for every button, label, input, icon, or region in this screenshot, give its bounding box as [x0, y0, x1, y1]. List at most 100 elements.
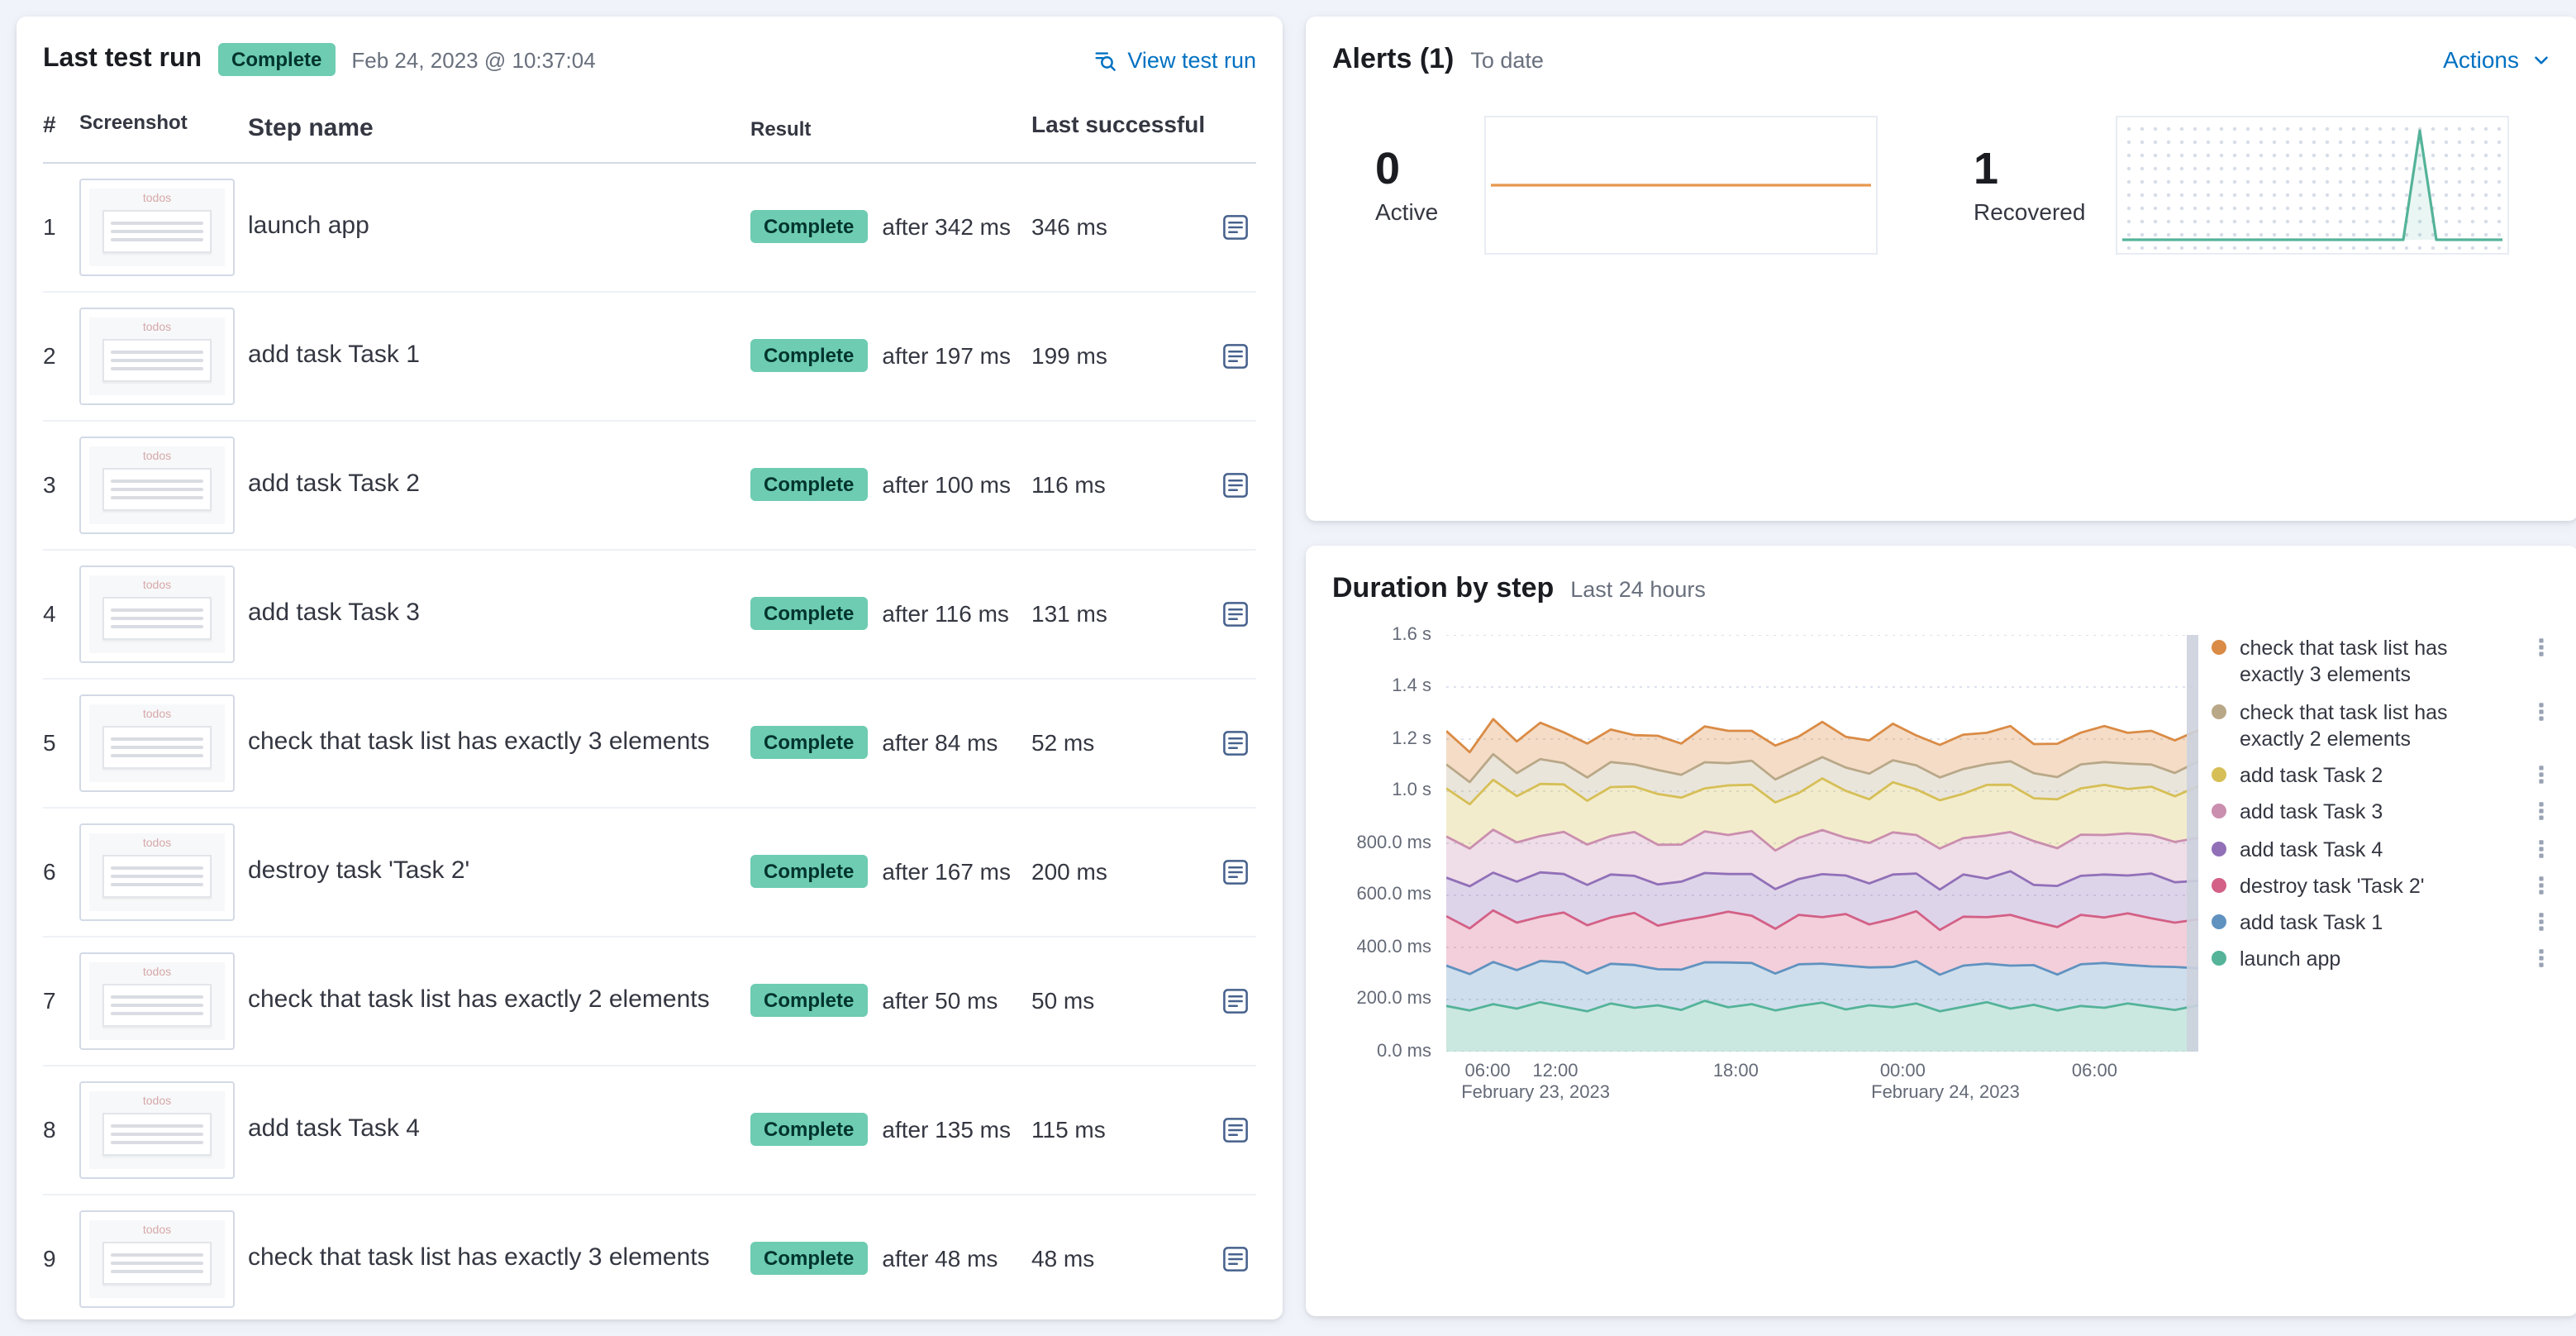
step-number: 9 [43, 1245, 56, 1272]
thumbnail-app-preview: todos [89, 1090, 225, 1168]
legend-item-menu-button[interactable] [2531, 801, 2552, 823]
step-detail-button[interactable] [1215, 980, 1256, 1021]
legend-item[interactable]: check that task list has exactly 3 eleme… [2212, 635, 2552, 689]
step-detail-button[interactable] [1215, 206, 1256, 247]
legend-item-menu-button[interactable] [2531, 764, 2552, 785]
step-result-cell: Complete after 167 ms [750, 855, 1031, 888]
duration-by-step-panel: Duration by step Last 24 hours 1.6 s 1.4 … [1306, 546, 2576, 1316]
actions-dropdown-button[interactable]: Actions [2443, 46, 2552, 73]
step-screenshot-thumbnail[interactable]: todos [79, 823, 235, 920]
thumbnail-app-preview: todos [89, 1219, 225, 1297]
step-row: 7 todos check that task list has exactly 2… [43, 937, 1256, 1066]
step-screenshot-thumbnail[interactable]: todos [79, 436, 235, 533]
legend-item-menu-button[interactable] [2531, 948, 2552, 970]
legend-color-dot [2212, 841, 2226, 856]
legend-item[interactable]: add task Task 3 [2212, 799, 2552, 827]
step-screenshot-cell: todos [79, 1210, 248, 1307]
step-name: launch app [248, 211, 369, 240]
step-name: destroy task 'Task 2' [248, 856, 470, 885]
step-after-duration: after 84 ms [882, 729, 998, 756]
step-detail-button[interactable] [1215, 851, 1256, 892]
vertical-dots-icon [2531, 948, 2552, 970]
step-detail-button[interactable] [1215, 722, 1256, 763]
legend-label: add task Task 3 [2240, 800, 2383, 824]
step-screenshot-cell: todos [79, 565, 248, 662]
thumbnail-app-preview: todos [89, 704, 225, 781]
y-axis-tick-label: 1.2 s [1392, 728, 1431, 748]
step-screenshot-thumbnail[interactable]: todos [79, 307, 235, 404]
step-status-badge: Complete [750, 210, 868, 243]
legend-item-menu-button[interactable] [2531, 837, 2552, 859]
chevron-down-icon [2531, 49, 2552, 70]
step-screenshot-thumbnail[interactable]: todos [79, 178, 235, 275]
vertical-dots-icon [2531, 911, 2552, 933]
thumbnail-todos-text: todos [142, 193, 172, 204]
step-detail-button[interactable] [1215, 1109, 1256, 1150]
duration-header: Duration by step Last 24 hours [1332, 572, 2552, 605]
step-status-badge: Complete [750, 726, 868, 759]
legend-item[interactable]: add task Task 4 [2212, 836, 2552, 863]
step-last-successful: 50 ms [1031, 987, 1095, 1014]
step-detail-button[interactable] [1215, 1238, 1256, 1279]
recovered-alerts-chart [2122, 129, 2502, 241]
last-test-run-header: Last test run Complete Feb 24, 2023 @ 10… [43, 43, 1256, 76]
step-detail-button[interactable] [1215, 464, 1256, 505]
step-row: 5 todos check that task list has exactly 3… [43, 679, 1256, 808]
legend-item-menu-button[interactable] [2531, 875, 2552, 896]
last-test-run-panel: Last test run Complete Feb 24, 2023 @ 10… [17, 17, 1283, 1319]
legend-item[interactable]: check that task list has exactly 2 eleme… [2212, 699, 2552, 752]
duration-stacked-area-chart[interactable] [1446, 635, 2198, 1052]
step-row: 4 todos add task Task 3 Complete after 116 m… [43, 550, 1256, 679]
step-action-cell [1180, 1238, 1256, 1279]
step-status-badge: Complete [750, 855, 868, 888]
legend-item-menu-button[interactable] [2531, 700, 2552, 722]
view-test-run-link[interactable]: View test run [1093, 47, 1256, 72]
step-screenshot-thumbnail[interactable]: todos [79, 1210, 235, 1307]
legend-item[interactable]: add task Task 2 [2212, 762, 2552, 790]
thumbnail-card [102, 725, 212, 768]
thumbnail-app-preview: todos [89, 833, 225, 910]
step-detail-button[interactable] [1215, 335, 1256, 376]
step-action-cell [1180, 206, 1256, 247]
step-screenshot-thumbnail[interactable]: todos [79, 1081, 235, 1178]
x-axis-tick-label: 06:00 [2071, 1062, 2117, 1081]
legend-item[interactable]: launch app [2212, 947, 2552, 974]
thumbnail-todos-text: todos [142, 322, 172, 333]
last-test-run-timestamp: Feb 24, 2023 @ 10:37:04 [351, 47, 596, 72]
legend-item-menu-button[interactable] [2531, 911, 2552, 933]
legend-item-menu-button[interactable] [2531, 637, 2552, 658]
step-after-duration: after 167 ms [882, 858, 1012, 885]
legend-color-dot [2212, 704, 2226, 718]
step-detail-icon [1221, 599, 1250, 627]
step-row: 3 todos add task Task 2 Complete after 100 m… [43, 421, 1256, 550]
vertical-dots-icon [2531, 700, 2552, 722]
step-last-successful: 116 ms [1031, 471, 1106, 498]
y-axis-tick-label: 800.0 ms [1356, 833, 1432, 852]
active-alerts-sparkline[interactable] [1484, 116, 1878, 255]
alerts-panel: Alerts (1) To date Actions 0 Active 1 Re… [1306, 17, 2576, 521]
step-screenshot-cell: todos [79, 694, 248, 791]
recovered-alerts-sparkline[interactable] [2116, 116, 2509, 255]
legend-item[interactable]: add task Task 1 [2212, 909, 2552, 937]
y-axis-tick-label: 1.6 s [1392, 624, 1431, 644]
legend-label: add task Task 1 [2240, 911, 2383, 934]
step-name: check that task list has exactly 2 eleme… [248, 985, 710, 1014]
step-screenshot-thumbnail[interactable]: todos [79, 694, 235, 791]
step-action-cell [1180, 335, 1256, 376]
legend-item[interactable]: destroy task 'Task 2' [2212, 873, 2552, 900]
recovered-alerts-label: Recovered [1974, 198, 2086, 225]
step-screenshot-thumbnail[interactable]: todos [79, 952, 235, 1049]
step-screenshot-thumbnail[interactable]: todos [79, 565, 235, 662]
thumbnail-app-preview: todos [89, 188, 225, 265]
step-last-successful: 48 ms [1031, 1245, 1095, 1272]
step-action-cell [1180, 980, 1256, 1021]
legend-color-dot [2212, 640, 2226, 655]
thumbnail-todos-text: todos [142, 451, 172, 462]
legend-color-dot [2212, 804, 2226, 819]
step-result-cell: Complete after 48 ms [750, 1242, 1031, 1275]
y-axis-tick-label: 600.0 ms [1356, 885, 1432, 904]
alerts-subtitle: To date [1470, 47, 1544, 72]
thumbnail-card [102, 338, 212, 381]
step-detail-button[interactable] [1215, 593, 1256, 634]
step-row: 8 todos add task Task 4 Complete after 135 m… [43, 1066, 1256, 1195]
